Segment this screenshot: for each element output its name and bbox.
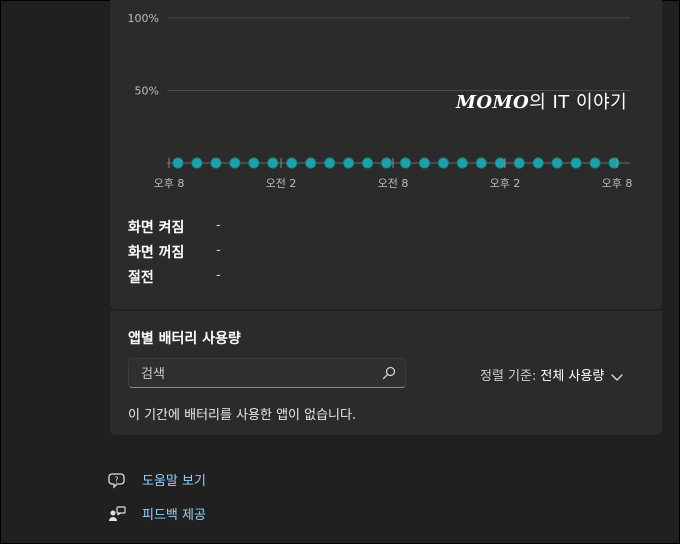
- battery-data-point[interactable]: [532, 157, 544, 169]
- x-tick-label: 오전 8: [378, 177, 409, 190]
- battery-data-point[interactable]: [399, 157, 412, 169]
- app-search-input[interactable]: [139, 363, 373, 385]
- sleep-label: 절전: [128, 270, 154, 286]
- sort-dropdown[interactable]: 정렬 기준: 전체 사용량: [480, 365, 624, 384]
- battery-data-point[interactable]: [229, 157, 241, 169]
- chevron-down-icon: [611, 373, 623, 381]
- watermark-text: 의 IT 이야기: [529, 92, 628, 113]
- screen-off-value: -: [216, 243, 221, 258]
- battery-data-point[interactable]: [324, 157, 336, 169]
- feedback-icon: [109, 505, 126, 521]
- battery-data-point[interactable]: [494, 157, 506, 169]
- battery-data-point[interactable]: [418, 157, 431, 169]
- battery-data-point[interactable]: [589, 157, 601, 169]
- battery-data-point[interactable]: [570, 157, 582, 169]
- battery-data-point[interactable]: [286, 157, 298, 169]
- empty-app-usage-message: 이 기간에 배터리를 사용한 앱이 없습니다.: [128, 408, 357, 423]
- help-link-text[interactable]: 도움말 보기: [142, 470, 206, 489]
- battery-data-point[interactable]: [172, 157, 184, 169]
- y-tick-label: 50%: [135, 85, 159, 98]
- battery-data-point[interactable]: [456, 157, 468, 169]
- screen-on-label: 화면 켜짐: [128, 220, 185, 236]
- sort-value: 전체 사용량: [540, 369, 605, 384]
- app-battery-usage-title: 앱별 배터리 사용량: [128, 331, 241, 347]
- battery-data-point[interactable]: [361, 157, 374, 169]
- x-tick-label: 오후 2: [490, 177, 521, 190]
- battery-data-point[interactable]: [437, 157, 449, 169]
- help-link[interactable]: ? 도움말 보기: [108, 470, 206, 489]
- battery-data-point[interactable]: [191, 157, 203, 169]
- battery-data-point[interactable]: [248, 157, 260, 169]
- battery-data-point[interactable]: [513, 157, 525, 169]
- feedback-link[interactable]: 피드백 제공: [108, 504, 206, 523]
- x-tick-label: 오후 8: [602, 177, 633, 190]
- screen-off-label: 화면 꺼짐: [128, 245, 185, 261]
- feedback-link-text[interactable]: 피드백 제공: [142, 504, 206, 523]
- x-tick-label: 오후 8: [154, 177, 185, 190]
- battery-data-point[interactable]: [210, 157, 222, 169]
- app-search-box[interactable]: [128, 358, 406, 388]
- battery-data-point[interactable]: [267, 157, 279, 169]
- screen-on-value: -: [216, 218, 221, 233]
- battery-data-point[interactable]: [551, 157, 563, 169]
- y-tick-label: 100%: [128, 12, 159, 25]
- search-icon[interactable]: [381, 365, 397, 381]
- battery-data-point[interactable]: [305, 157, 317, 169]
- sleep-value: -: [216, 268, 221, 283]
- watermark: MOMO의 IT 이야기: [456, 88, 627, 114]
- x-tick-label: 오전 2: [266, 177, 297, 190]
- sort-label: 정렬 기준:: [480, 369, 537, 384]
- watermark-brand: MOMO: [456, 92, 530, 113]
- battery-data-point[interactable]: [475, 157, 487, 169]
- battery-data-point[interactable]: [380, 157, 393, 169]
- battery-data-point[interactable]: [343, 157, 355, 169]
- battery-data-point[interactable]: [608, 157, 620, 169]
- svg-text:?: ?: [114, 475, 118, 484]
- help-icon: ?: [108, 472, 125, 489]
